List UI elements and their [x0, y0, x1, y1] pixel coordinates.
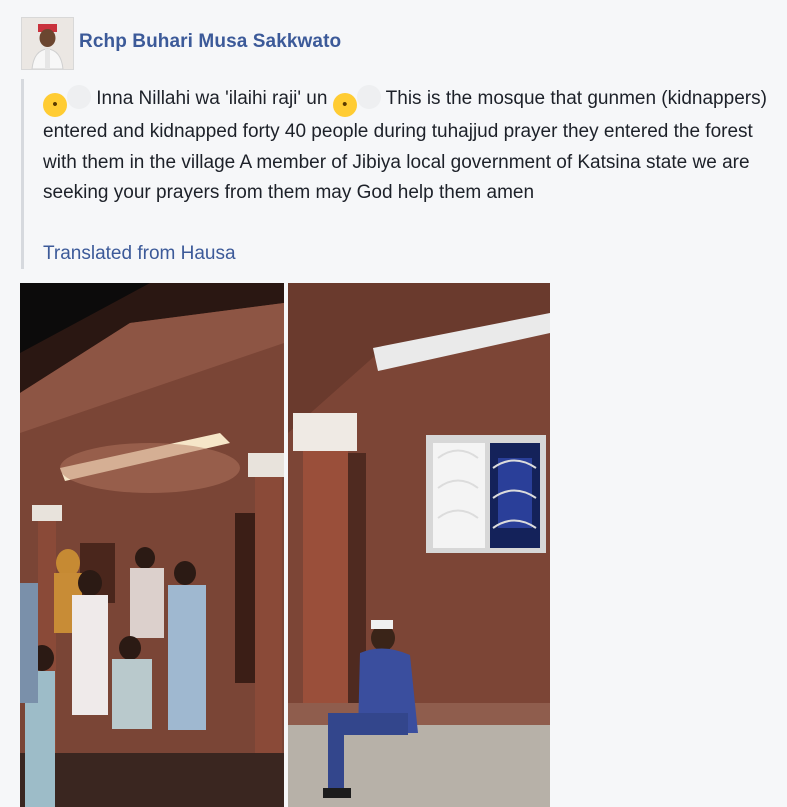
mosque-night-photo [20, 283, 284, 807]
translated-from-link[interactable]: Translated from Hausa [43, 243, 236, 265]
author-name[interactable]: Rchp Buhari Musa Sakkwato [79, 31, 341, 53]
translation-quote-bar [21, 79, 24, 269]
crying-face-icon: • [43, 93, 67, 117]
post-text: • Inna Nillahi wa 'ilaihi raji' un • Thi… [43, 84, 778, 209]
blank-emoji-icon [67, 85, 91, 109]
post-text-part1: Inna Nillahi wa 'ilaihi raji' un [96, 88, 328, 109]
avatar-image [22, 18, 73, 69]
mosque-veranda-photo [288, 283, 550, 807]
photo-right[interactable] [288, 283, 550, 807]
facebook-post: Rchp Buhari Musa Sakkwato • Inna Nillahi… [0, 0, 787, 807]
photo-left[interactable] [20, 283, 284, 807]
weary-face-icon: • [332, 93, 357, 117]
author-avatar[interactable] [21, 17, 74, 70]
blank-emoji-icon [356, 85, 381, 109]
